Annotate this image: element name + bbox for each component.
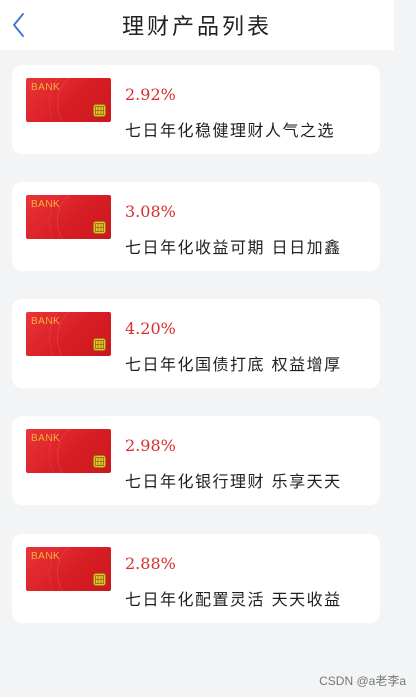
bank-card-label: BANK — [31, 82, 61, 93]
chip-icon — [93, 573, 106, 586]
chip-icon — [93, 338, 106, 351]
product-description: 七日年化稳健理财人气之选 — [125, 121, 336, 140]
bank-card-image: BANK — [26, 78, 111, 122]
product-rate: 2.92% — [125, 85, 176, 104]
top-bar: 理财产品列表 — [0, 0, 394, 50]
product-description: 七日年化国债打底 权益增厚 — [125, 355, 342, 374]
product-card[interactable]: BANK 4.20% 七日年化国债打底 权益增厚 — [12, 299, 380, 388]
bank-card-image: BANK — [26, 547, 111, 591]
bank-card-label: BANK — [31, 316, 61, 327]
product-card[interactable]: BANK 2.98% 七日年化银行理财 乐享天天 — [12, 416, 380, 505]
bank-card-label: BANK — [31, 199, 61, 210]
product-description: 七日年化收益可期 日日加鑫 — [125, 238, 342, 257]
product-rate: 2.88% — [125, 554, 176, 573]
product-description: 七日年化配置灵活 天天收益 — [125, 590, 342, 609]
product-rate: 3.08% — [125, 202, 176, 221]
chip-icon — [93, 455, 106, 468]
product-rate: 4.20% — [125, 319, 176, 338]
page-title: 理财产品列表 — [121, 15, 272, 40]
watermark: CSDN @a老李a — [319, 674, 406, 688]
product-rate: 2.98% — [125, 436, 176, 455]
product-card[interactable]: BANK 2.88% 七日年化配置灵活 天天收益 — [12, 534, 380, 623]
bank-card-image: BANK — [26, 195, 111, 239]
bank-card-label: BANK — [31, 433, 61, 444]
chip-icon — [93, 221, 106, 234]
bank-card-image: BANK — [26, 429, 111, 473]
chip-icon — [93, 104, 106, 117]
bank-card-image: BANK — [26, 312, 111, 356]
product-description: 七日年化银行理财 乐享天天 — [125, 472, 342, 491]
product-card[interactable]: BANK 2.92% 七日年化稳健理财人气之选 — [12, 65, 380, 154]
bank-card-label: BANK — [31, 551, 61, 562]
product-card[interactable]: BANK 3.08% 七日年化收益可期 日日加鑫 — [12, 182, 380, 271]
